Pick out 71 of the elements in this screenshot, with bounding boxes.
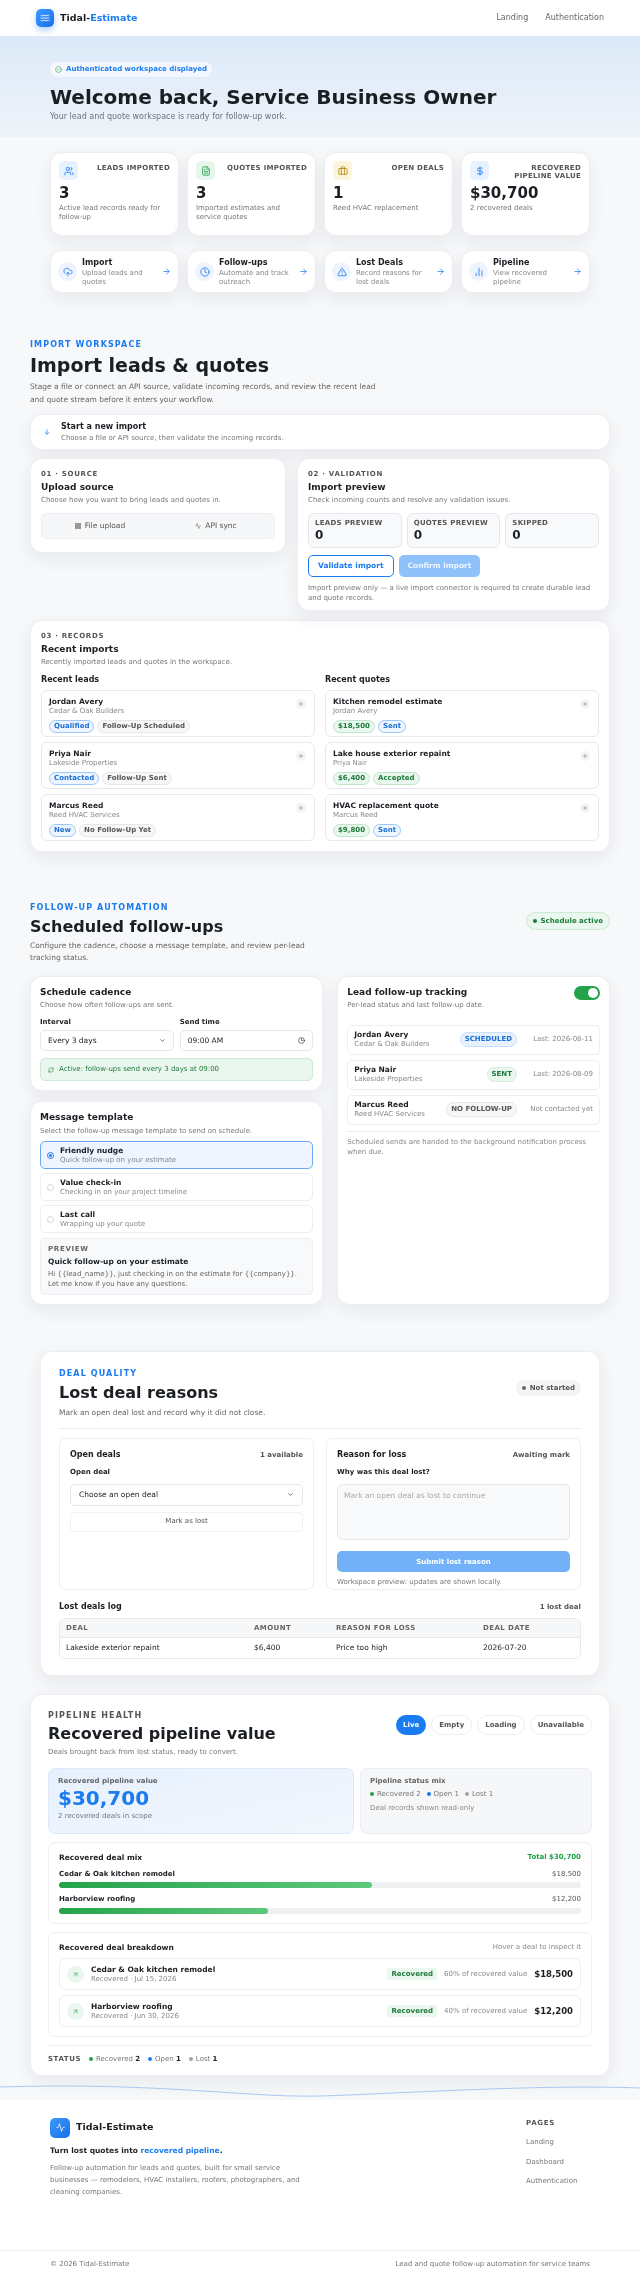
start-import-title: Start a new import: [61, 420, 148, 433]
column-title: Recent quotes: [325, 673, 391, 686]
clock-icon: [195, 262, 214, 281]
card-title: Message template: [40, 1111, 135, 1124]
trend-up-icon: [67, 1965, 84, 1983]
check-icon: [55, 66, 62, 73]
add-button[interactable]: [580, 698, 590, 709]
section-eyebrow: DEAL QUALITY: [59, 1367, 139, 1380]
section-title: Import leads & quotes: [30, 354, 270, 376]
card-title: Lead follow-up tracking: [347, 985, 469, 999]
count-value: 0: [315, 528, 325, 543]
grid-icon: [74, 522, 81, 529]
card-title: Recent imports: [41, 642, 120, 656]
stat-value: 3: [59, 184, 71, 202]
warning-icon: [332, 262, 351, 281]
logo-icon: [36, 9, 54, 27]
add-button[interactable]: [296, 802, 306, 813]
card-title: Import preview: [308, 480, 387, 494]
card-title: Schedule cadence: [40, 985, 133, 999]
shortcut-title: Lost Deals: [356, 256, 404, 269]
stat-value: $30,700: [470, 184, 540, 202]
section-eyebrow: PIPELINE HEALTH: [48, 1710, 144, 1722]
column-title: Recent leads: [41, 673, 101, 686]
value-amount: $30,700: [58, 1786, 151, 1811]
dollar-icon: [470, 161, 489, 180]
section-title: Recovered pipeline value: [48, 1724, 276, 1744]
add-button[interactable]: [580, 802, 590, 813]
section-title: Scheduled follow-ups: [30, 916, 225, 937]
count-value: 0: [512, 528, 522, 543]
nav-link[interactable]: Authentication: [545, 12, 604, 24]
arrow-right-icon: [162, 267, 171, 276]
deal-amount: $18,500: [534, 1967, 573, 1981]
arrow-down-icon: [43, 428, 51, 436]
arrow-right-icon: [436, 267, 445, 276]
clock-icon: [298, 1037, 306, 1044]
chevron-down-icon: [287, 1491, 294, 1498]
add-button[interactable]: [296, 750, 306, 761]
footer-brand: Tidal-Estimate: [76, 2120, 154, 2135]
add-button[interactable]: [296, 698, 306, 709]
page-subtitle: Your lead and quote workspace is ready for follow-up work.: [50, 111, 288, 123]
section-eyebrow: FOLLOW-UP AUTOMATION: [30, 901, 170, 914]
deal-amount: $12,200: [534, 2004, 573, 2018]
log-title: Lost deals log: [59, 1601, 122, 1613]
people-icon: [59, 161, 78, 180]
stat-value: 1: [333, 184, 345, 202]
cloud-upload-icon: [58, 262, 77, 281]
arrow-right-icon: [299, 267, 308, 276]
briefcase-icon: [333, 161, 352, 180]
shortcut-title: Pipeline: [493, 256, 531, 269]
card-title: Upload source: [41, 480, 115, 494]
nav-link[interactable]: Landing: [496, 12, 529, 24]
panel-title: Reason for loss: [337, 1449, 407, 1461]
logo-icon: [50, 2117, 70, 2138]
chevron-down-icon: [158, 1037, 166, 1044]
shortcut-title: Import: [82, 256, 114, 269]
refresh-icon: [48, 1066, 54, 1073]
trend-up-icon: [67, 2002, 84, 2020]
document-icon: [196, 161, 215, 180]
section-eyebrow: IMPORT WORKSPACE: [30, 339, 143, 351]
add-button[interactable]: [580, 750, 590, 761]
section-title: Lost deal reasons: [59, 1382, 220, 1403]
tracking-switch[interactable]: [574, 985, 600, 1000]
panel-title: Open deals: [70, 1449, 121, 1461]
signal-icon: [195, 522, 202, 529]
bar-chart-icon: [469, 262, 488, 281]
brand-name: Tidal-Estimate: [60, 10, 138, 25]
shortcut-title: Follow-ups: [219, 256, 269, 269]
arrow-right-icon: [573, 267, 582, 276]
stat-value: 3: [196, 184, 208, 202]
page-title: Welcome back, Service Business Owner: [50, 85, 498, 109]
count-value: 0: [413, 528, 423, 543]
